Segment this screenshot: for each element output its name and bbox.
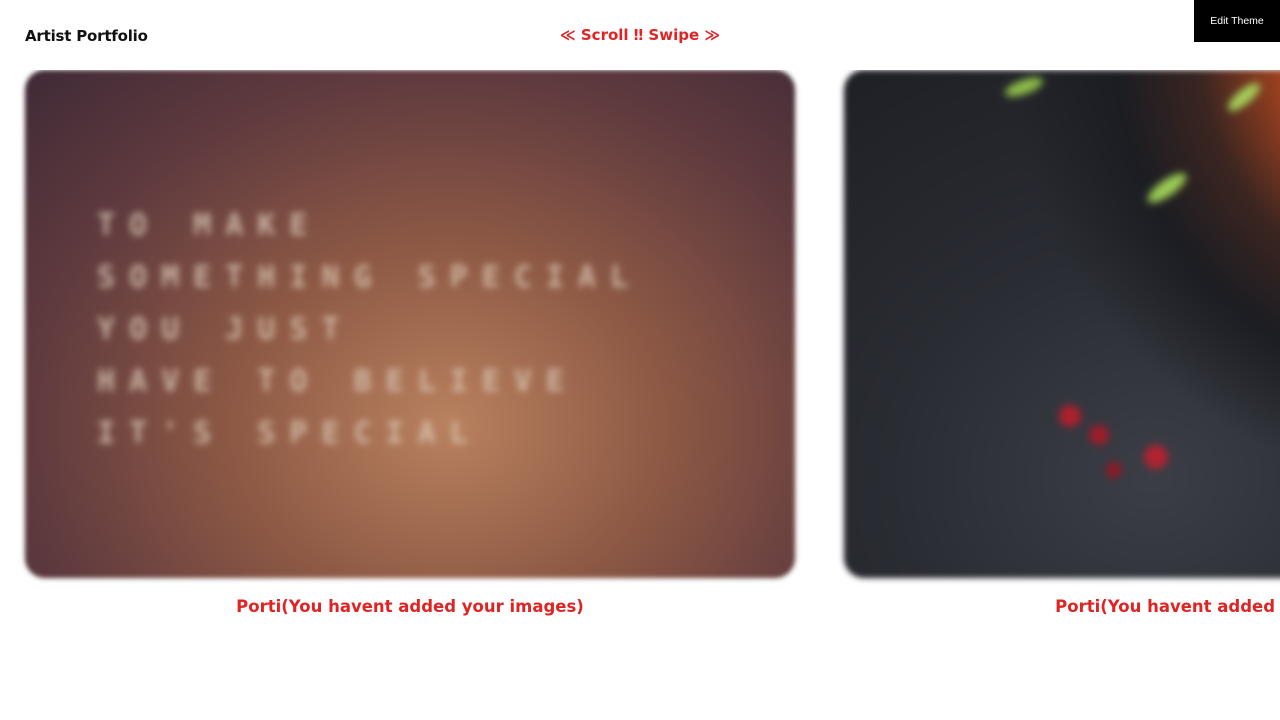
berry-shape xyxy=(1089,425,1109,445)
edit-theme-button[interactable]: Edit Theme xyxy=(1194,0,1280,42)
letterboard-text: TO MAKE SOMETHING SPECIAL YOU JUST HAVE … xyxy=(97,208,643,451)
header: Artist Portfolio ≪ Scroll ‼ Swipe ≫ Edit… xyxy=(0,0,1280,70)
garnish-shape xyxy=(1143,168,1191,208)
berry-shape xyxy=(1059,405,1081,427)
gallery-caption: Porti(You havent added your images) xyxy=(236,597,584,616)
gallery-carousel[interactable]: TO MAKE SOMETHING SPECIAL YOU JUST HAVE … xyxy=(0,70,1280,630)
gallery-photo[interactable]: TO MAKE SOMETHING SPECIAL YOU JUST HAVE … xyxy=(25,70,795,578)
garnish-shape xyxy=(1224,78,1264,116)
gallery-photo[interactable] xyxy=(844,70,1280,578)
berry-shape xyxy=(1144,445,1168,469)
berry-shape xyxy=(1106,462,1122,478)
gallery-card[interactable]: TO MAKE SOMETHING SPECIAL YOU JUST HAVE … xyxy=(25,70,795,616)
scroll-hint: ≪ Scroll ‼ Swipe ≫ xyxy=(559,26,721,44)
gallery-caption: Porti(You havent added your images) xyxy=(1055,597,1280,616)
gallery-card[interactable]: Porti(You havent added your images) xyxy=(844,70,1280,616)
garnish-shape xyxy=(1002,73,1046,101)
